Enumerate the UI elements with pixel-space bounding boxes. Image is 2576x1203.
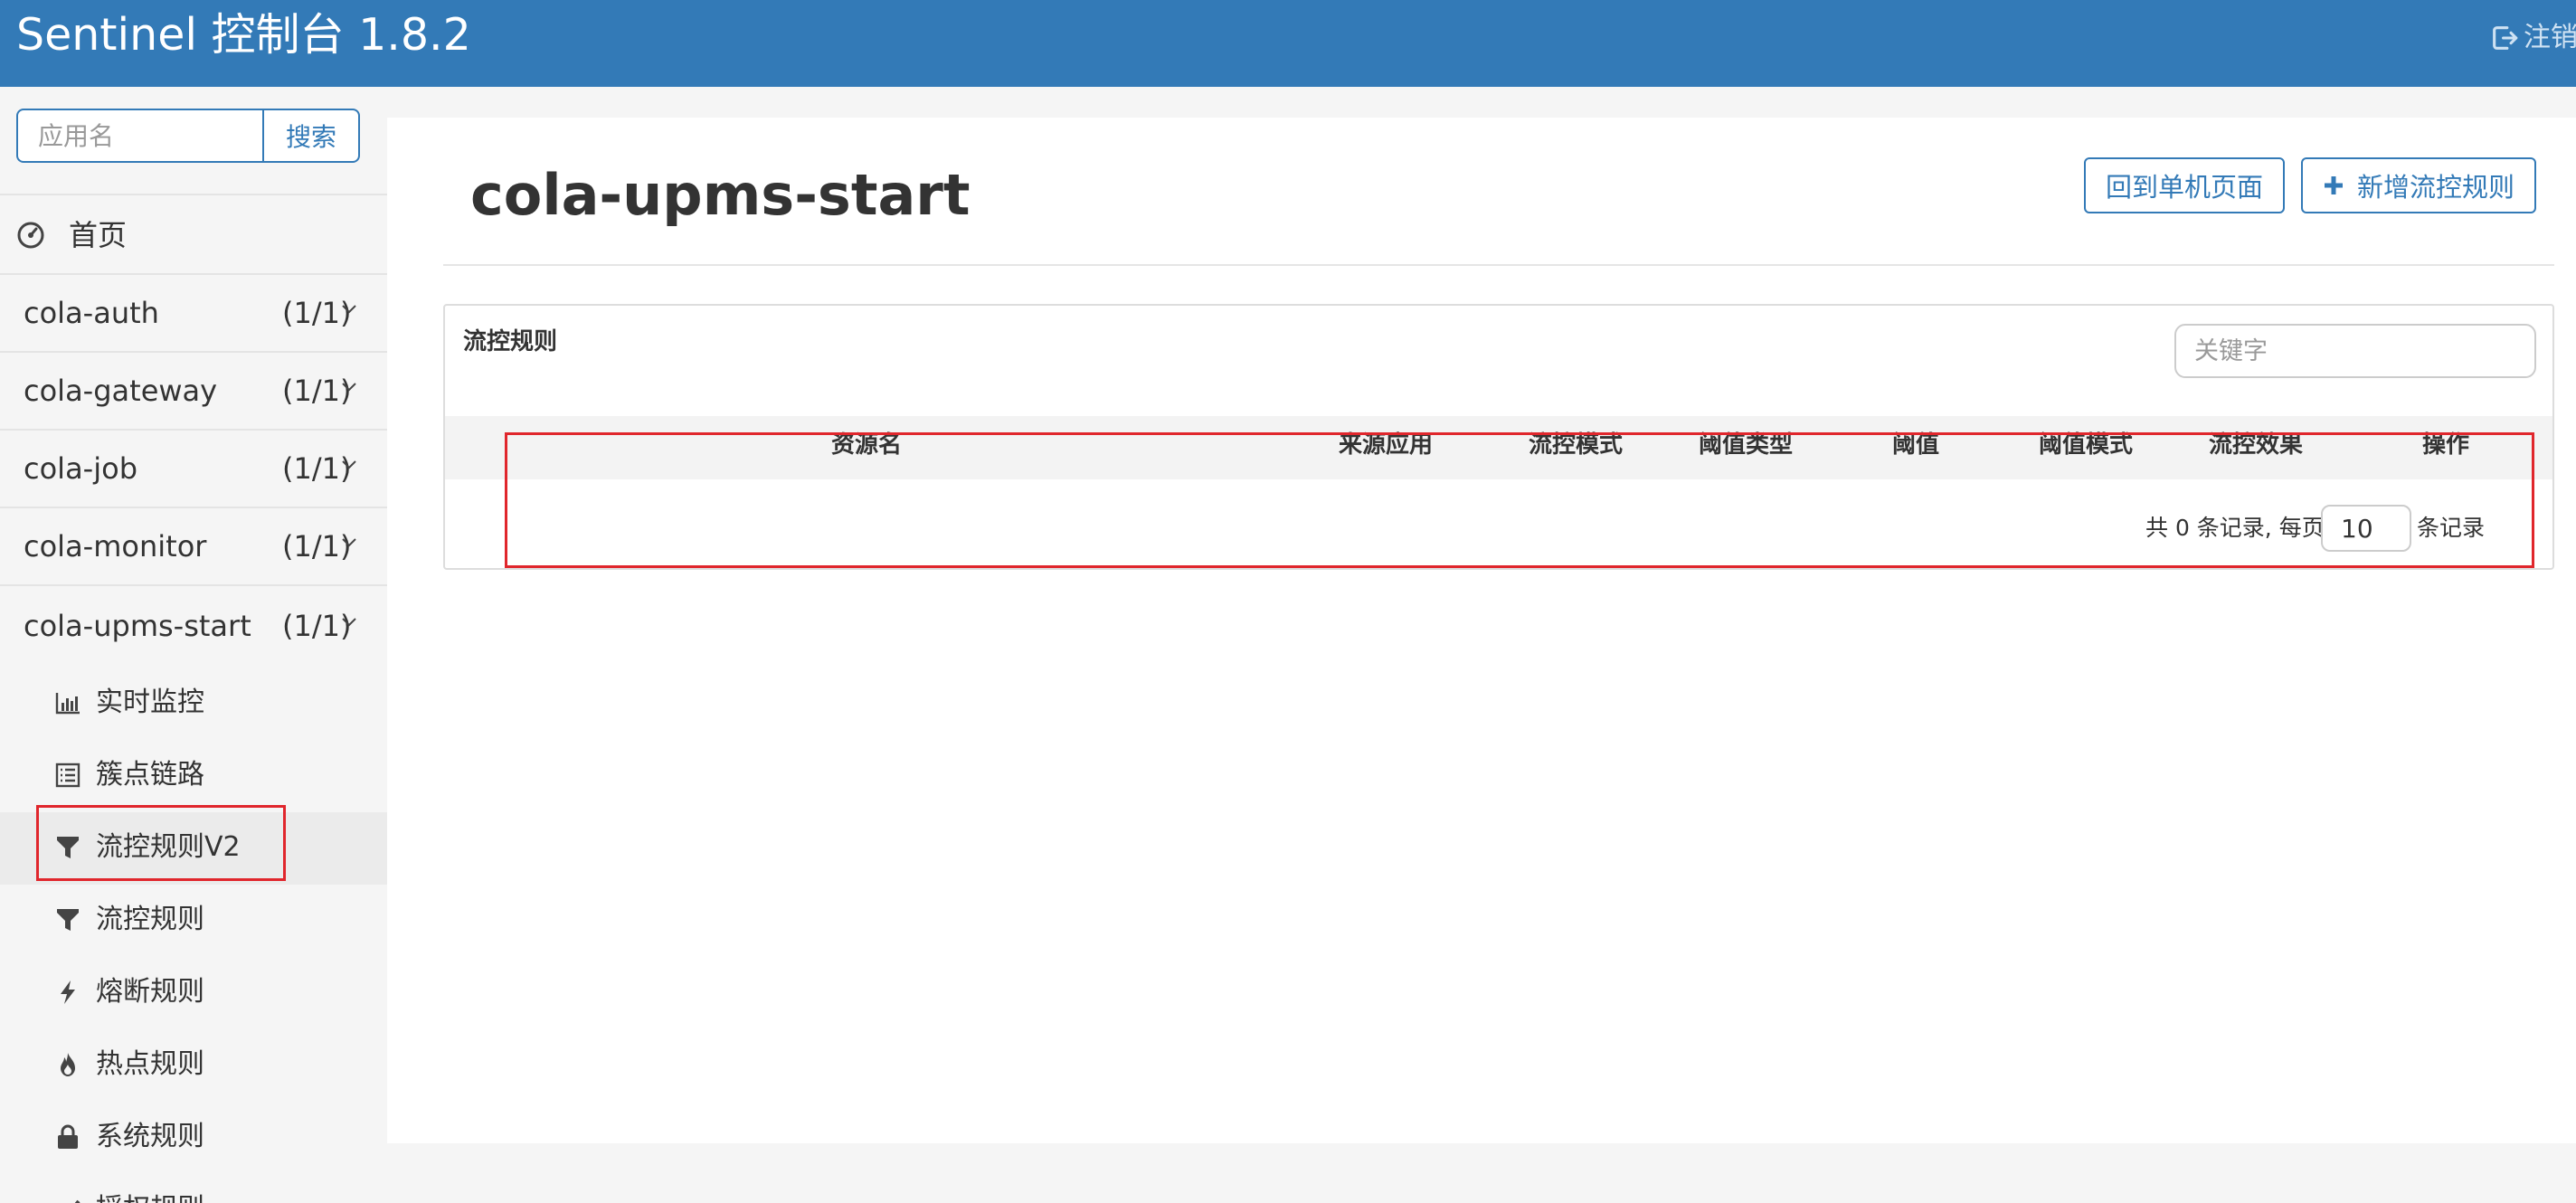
dashboard-icon	[17, 222, 44, 249]
table-header: 资源名 来源应用 流控模式 阈值类型 阈值 阈值模式 流控效果 操作	[445, 416, 2552, 479]
sign-out-icon	[2493, 26, 2518, 50]
logout-label: 注销	[2524, 22, 2576, 53]
main-panel: cola-upms-start 回到单机页面 新增流控规则 流控规则 资源名 来…	[387, 118, 2576, 1143]
chevron-down-icon	[342, 538, 356, 547]
card-title: 流控规则	[463, 328, 558, 355]
sidebar-app-cola-upms-start[interactable]: cola-upms-start (1/1)	[0, 586, 387, 664]
plus-icon	[2324, 176, 2343, 194]
sidebar-item-flow-rules-v2[interactable]: 流控规则V2	[0, 812, 387, 885]
sidebar-item-label: 熔断规则	[96, 976, 204, 1008]
app-search-input[interactable]	[16, 109, 264, 163]
app-name: cola-job	[24, 451, 137, 486]
sidebar-item-label: 流控规则V2	[96, 831, 241, 863]
sidebar-item-flow-rules[interactable]: 流控规则	[0, 885, 387, 957]
chevron-down-icon	[342, 305, 356, 314]
flow-rules-card: 流控规则 资源名 来源应用 流控模式 阈值类型 阈值 阈值模式 流控效果 操作 …	[443, 304, 2554, 570]
sidebar-app-cola-auth[interactable]: cola-auth (1/1)	[0, 273, 387, 351]
top-navbar: Sentinel 控制台 1.8.2 注销	[0, 0, 2576, 87]
sidebar-item-degrade-rules[interactable]: 熔断规则	[0, 957, 387, 1029]
logout-link[interactable]: 注销	[2489, 20, 2576, 56]
sidebar-item-label: 实时监控	[96, 687, 204, 718]
column-header-resource[interactable]: 资源名	[831, 429, 902, 461]
pager-suffix-text: 条记录	[2417, 515, 2486, 541]
column-header-threshold-mode[interactable]: 阈值模式	[2039, 429, 2133, 461]
sidebar-item-label: 首页	[69, 218, 128, 252]
check-icon	[74, 1199, 80, 1203]
page-title: cola-upms-start	[470, 162, 971, 228]
sidebar-item-realtime-monitor[interactable]: 实时监控	[0, 668, 387, 740]
chevron-down-icon	[342, 618, 356, 627]
column-header-actions: 操作	[2421, 431, 2470, 459]
sidebar-item-label: 热点规则	[96, 1048, 204, 1080]
sidebar-item-label: 授权规则	[96, 1190, 204, 1203]
sidebar-item-system-rules[interactable]: 系统规则	[0, 1102, 387, 1174]
sidebar-item-label: 系统规则	[96, 1121, 204, 1152]
fire-icon	[61, 1053, 75, 1076]
list-icon	[55, 763, 80, 788]
sidebar-item-label: 簇点链路	[96, 759, 204, 791]
page-size-input[interactable]	[2321, 505, 2411, 552]
sidebar-item-label: 流控规则	[96, 904, 204, 935]
column-header-source-app[interactable]: 来源应用	[1339, 429, 1433, 461]
app-name: cola-upms-start	[24, 609, 251, 643]
sidebar-app-cola-gateway[interactable]: cola-gateway (1/1)	[0, 351, 387, 429]
column-header-flow-mode[interactable]: 流控模式	[1529, 429, 1623, 461]
column-header-threshold-type[interactable]: 阈值类型	[1699, 429, 1793, 461]
sidebar-item-hotspot-rules[interactable]: 热点规则	[0, 1029, 387, 1102]
add-flow-rule-button[interactable]: 新增流控规则	[2301, 157, 2536, 213]
add-flow-rule-label: 新增流控规则	[2356, 172, 2514, 203]
back-to-single-page-button[interactable]: 回到单机页面	[2084, 157, 2285, 213]
chevron-down-icon	[342, 460, 356, 469]
bar-chart-icon	[55, 693, 80, 715]
app-name: cola-auth	[24, 296, 159, 330]
app-name: cola-gateway	[24, 374, 218, 408]
pager-total-text: 共 0 条记录, 每页	[2145, 515, 2325, 541]
flash-icon	[61, 980, 75, 1004]
sidebar-app-cola-monitor[interactable]: cola-monitor (1/1)	[0, 507, 387, 584]
divider	[443, 264, 2554, 266]
lock-icon	[58, 1124, 78, 1149]
sidebar: 搜索 首页 cola-auth (1/1) cola-gateway (1/1)…	[0, 87, 387, 1203]
brand-title[interactable]: Sentinel 控制台 1.8.2	[16, 5, 471, 65]
keyword-search-input[interactable]	[2174, 324, 2536, 378]
column-header-threshold[interactable]: 阈值	[1892, 429, 1939, 461]
app-search-button[interactable]: 搜索	[262, 109, 360, 163]
column-header-control-effect[interactable]: 流控效果	[2209, 429, 2303, 461]
chevron-down-icon	[342, 383, 356, 392]
app-name: cola-monitor	[24, 529, 207, 564]
filter-icon	[57, 837, 79, 858]
sidebar-item-auth-rules[interactable]: 授权规则	[0, 1174, 387, 1203]
sidebar-item-cluster-link[interactable]: 簇点链路	[0, 740, 387, 812]
filter-icon	[57, 909, 79, 931]
sidebar-item-home[interactable]: 首页	[0, 195, 387, 273]
sidebar-app-cola-job[interactable]: cola-job (1/1)	[0, 429, 387, 507]
